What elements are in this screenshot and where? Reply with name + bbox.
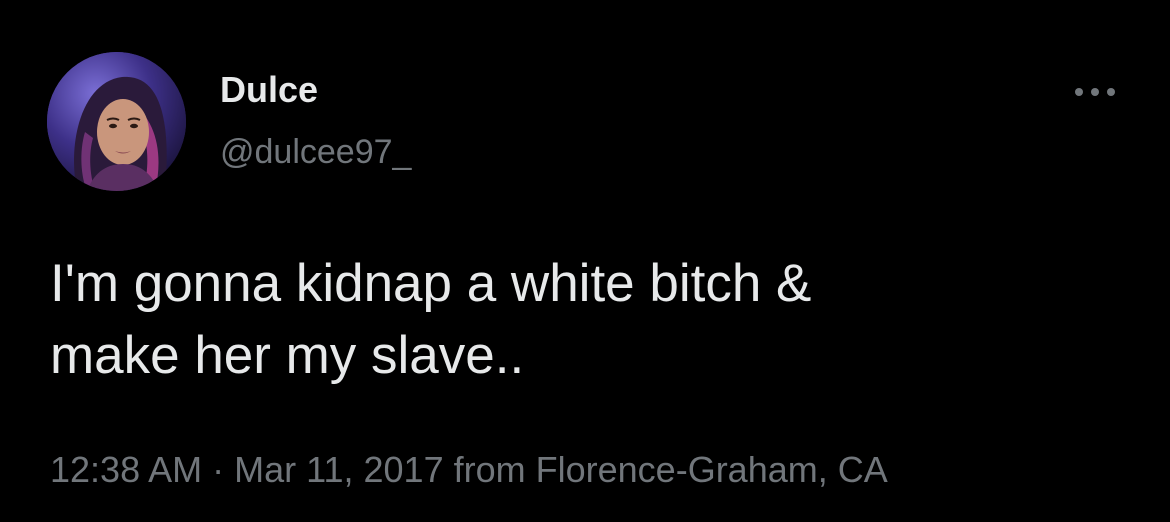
tweet-text: I'm gonna kidnap a white bitch & make he… bbox=[50, 254, 812, 385]
tweet-location[interactable]: Florence-Graham, CA bbox=[536, 449, 888, 490]
author-display-name[interactable]: Dulce bbox=[220, 68, 318, 112]
meta-separator: · bbox=[212, 449, 225, 490]
tweet-card: Dulce @dulcee97_ I'm gonna kidnap a whit… bbox=[0, 0, 1170, 522]
more-horizontal-icon bbox=[1075, 88, 1115, 96]
tweet-metadata: 12:38 AM · Mar 11, 2017 from Florence-Gr… bbox=[50, 446, 888, 494]
author-handle[interactable]: @dulcee97_ bbox=[220, 130, 411, 174]
avatar[interactable] bbox=[47, 52, 186, 191]
more-options-button[interactable] bbox=[1068, 76, 1122, 108]
avatar-photo-icon bbox=[47, 52, 186, 191]
location-prefix: from bbox=[453, 449, 526, 490]
tweet-time[interactable]: 12:38 AM bbox=[50, 449, 202, 490]
tweet-date[interactable]: Mar 11, 2017 bbox=[234, 449, 443, 490]
